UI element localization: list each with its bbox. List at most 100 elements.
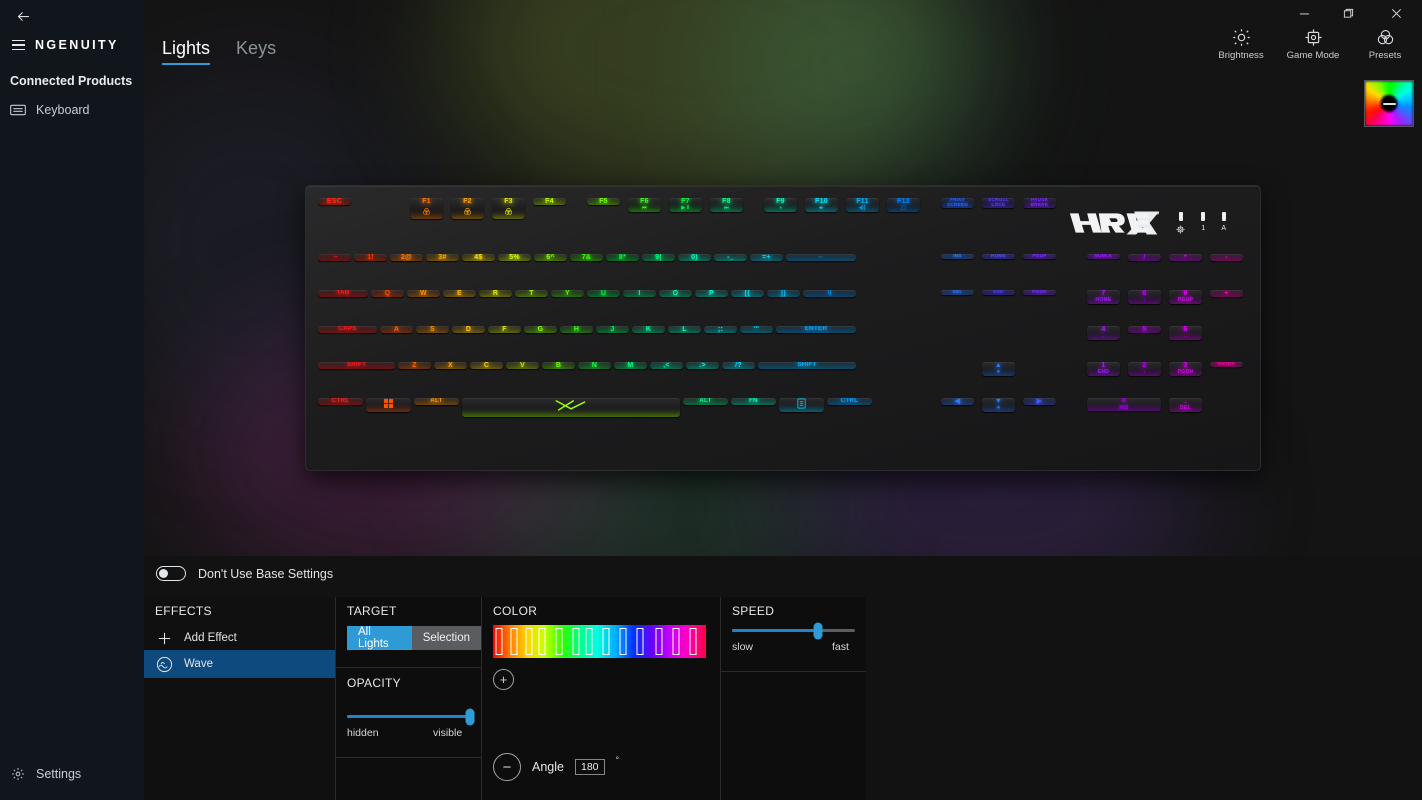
- key-enter[interactable]: ENTER: [776, 326, 856, 333]
- opacity-slider-thumb[interactable]: [465, 708, 475, 725]
- key-9[interactable]: 9 PGUP: [1169, 290, 1202, 304]
- key-1[interactable]: 1!: [354, 254, 387, 262]
- active-preset-thumbnail[interactable]: [1364, 80, 1414, 127]
- color-stop-handle[interactable]: [538, 628, 546, 655]
- color-stop-handle[interactable]: [619, 628, 627, 655]
- color-stop-handle[interactable]: [655, 628, 663, 655]
- key-scrolllock[interactable]: SCROLL LOCK: [982, 198, 1015, 208]
- key-[interactable]: ▼ ☀: [982, 398, 1015, 412]
- back-button[interactable]: [8, 2, 38, 30]
- key-pgup[interactable]: PGUP: [1023, 254, 1056, 259]
- speed-slider-thumb[interactable]: [813, 622, 823, 639]
- key-[interactable]: ←: [786, 254, 856, 261]
- opacity-slider[interactable]: [347, 708, 475, 725]
- key-a[interactable]: A: [380, 326, 413, 334]
- key-f8[interactable]: F8 ⏭: [710, 198, 743, 212]
- sidebar-item-settings[interactable]: Settings: [10, 767, 81, 781]
- key-f11[interactable]: F11 ◂)): [846, 198, 879, 212]
- key-3[interactable]: 3 PGDN: [1169, 362, 1202, 376]
- key-6[interactable]: 6^: [534, 254, 567, 262]
- key-tab[interactable]: TAB: [318, 290, 368, 297]
- key-r[interactable]: R: [479, 290, 512, 298]
- key-hyperxicon[interactable]: [462, 398, 680, 417]
- key-e[interactable]: E: [443, 290, 476, 298]
- key-8[interactable]: 8*: [606, 254, 639, 262]
- color-stop-handle[interactable]: [585, 628, 593, 655]
- key-end[interactable]: END: [982, 290, 1015, 295]
- key-f10[interactable]: F10 ◂-: [805, 198, 838, 212]
- key-s[interactable]: S: [416, 326, 449, 334]
- key-[interactable]: ▲ ☀: [982, 362, 1015, 376]
- color-gradient-bar[interactable]: [493, 625, 706, 658]
- color-stop-handle[interactable]: [689, 628, 697, 655]
- key-9[interactable]: 9(: [642, 254, 675, 262]
- key-shift[interactable]: SHIFT: [758, 362, 856, 369]
- effect-item-wave[interactable]: Wave: [144, 650, 335, 678]
- hamburger-menu-icon[interactable]: [12, 39, 25, 51]
- key-f6[interactable]: F6 ⏮: [628, 198, 661, 212]
- color-stop-handle[interactable]: [525, 628, 533, 655]
- key-[interactable]: /?: [722, 362, 755, 370]
- key-pausebreak[interactable]: PAUSE BREAK: [1023, 198, 1056, 208]
- key-[interactable]: '": [740, 326, 773, 334]
- key-8[interactable]: 8 ↑: [1128, 290, 1161, 304]
- key-[interactable]: ,<: [650, 362, 683, 370]
- key-t[interactable]: T: [515, 290, 548, 298]
- key-fn[interactable]: FN: [731, 398, 776, 405]
- key-7[interactable]: 7&: [570, 254, 603, 262]
- key-m[interactable]: M: [614, 362, 647, 370]
- key-f7[interactable]: F7 ▶ ‖: [669, 198, 702, 212]
- key-f3[interactable]: F3: [492, 198, 525, 219]
- base-settings-toggle[interactable]: [156, 566, 186, 581]
- key-[interactable]: ◀: [941, 398, 974, 406]
- key-4[interactable]: 4 ←: [1087, 326, 1120, 340]
- key-[interactable]: =+: [750, 254, 783, 262]
- key-del[interactable]: DEL: [941, 290, 974, 295]
- key-0[interactable]: 0): [678, 254, 711, 262]
- key-w[interactable]: W: [407, 290, 440, 298]
- key-f9[interactable]: F9 ◑: [764, 198, 797, 212]
- key-[interactable]: +: [1210, 290, 1243, 298]
- key-ctrl[interactable]: CTRL: [827, 398, 872, 405]
- key-2[interactable]: 2 ↓: [1128, 362, 1161, 376]
- key-[interactable]: ;:: [704, 326, 737, 334]
- tab-lights[interactable]: Lights: [162, 38, 211, 65]
- key-f[interactable]: F: [488, 326, 521, 334]
- key-shift[interactable]: SHIFT: [318, 362, 395, 369]
- key-b[interactable]: B: [542, 362, 575, 370]
- key-numlk[interactable]: NUMLK: [1087, 254, 1120, 259]
- brightness-button[interactable]: Brightness: [1212, 28, 1270, 61]
- key-[interactable]: /: [1128, 254, 1161, 262]
- key-d[interactable]: D: [452, 326, 485, 334]
- key-2[interactable]: 2@: [390, 254, 423, 262]
- key-[interactable]: ▶: [1023, 398, 1056, 406]
- key-0[interactable]: 0 INS: [1087, 398, 1161, 411]
- key-f12[interactable]: F12 ⬚: [887, 198, 920, 212]
- key-[interactable]: -_: [714, 254, 747, 262]
- key-6[interactable]: 6 →: [1169, 326, 1202, 340]
- key-j[interactable]: J: [596, 326, 629, 334]
- key-home[interactable]: HOME: [982, 254, 1015, 259]
- key-v[interactable]: V: [506, 362, 539, 370]
- presets-button[interactable]: Presets: [1356, 28, 1414, 61]
- key-o[interactable]: O: [659, 290, 692, 298]
- window-maximize-button[interactable]: [1326, 0, 1370, 26]
- angle-decrease-button[interactable]: −: [493, 753, 521, 781]
- key-h[interactable]: H: [560, 326, 593, 334]
- color-stop-handle[interactable]: [602, 628, 610, 655]
- key-p[interactable]: P: [695, 290, 728, 298]
- key-x[interactable]: X: [434, 362, 467, 370]
- add-color-stop-button[interactable]: +: [493, 669, 514, 690]
- keyboard-graphic[interactable]: ESC F1 F2 F3 F4 F5 F6 ⏮ F7 ▶ ‖ F8 ⏭ F9 ◑ F10 ◂- F11 ◂)) F1…: [305, 185, 1261, 471]
- key-y[interactable]: Y: [551, 290, 584, 298]
- key-f4[interactable]: F4: [533, 198, 566, 206]
- key-l[interactable]: L: [668, 326, 701, 334]
- key-pgdn[interactable]: PGDN: [1023, 290, 1056, 295]
- window-close-button[interactable]: [1374, 0, 1418, 26]
- color-stop-handle[interactable]: [510, 628, 518, 655]
- target-selection-button[interactable]: Selection: [411, 626, 481, 650]
- key-5[interactable]: 5%: [498, 254, 531, 262]
- key-printscreen[interactable]: PRINT SCREEN: [941, 198, 974, 208]
- sidebar-item-keyboard[interactable]: Keyboard: [10, 103, 90, 117]
- window-minimize-button[interactable]: [1282, 0, 1326, 26]
